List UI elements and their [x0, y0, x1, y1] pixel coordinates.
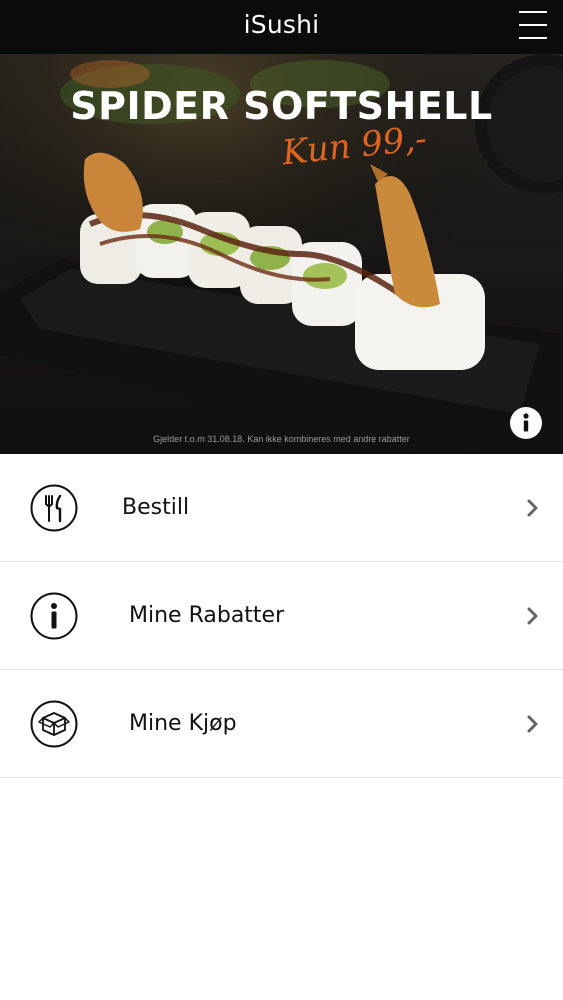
menu-item-label: Mine Kjøp — [129, 711, 237, 736]
box-icon — [30, 700, 78, 748]
promo-disclaimer: Gjelder t.o.m 31.08.18. Kan ikke kombine… — [153, 434, 410, 444]
menu-item-label: Bestill — [122, 495, 190, 520]
info-icon — [30, 592, 78, 640]
info-icon[interactable] — [510, 407, 542, 439]
promo-banner[interactable]: SPIDER SOFTSHELL Kun 99,- Gjelder t.o.m … — [0, 54, 563, 454]
top-bar: iSushi — [0, 0, 563, 54]
chevron-right-icon — [527, 499, 538, 517]
menu-item-label: Mine Rabatter — [129, 603, 285, 628]
promo-title: SPIDER SOFTSHELL — [70, 84, 493, 128]
chevron-right-icon — [527, 607, 538, 625]
main-menu: Bestill Mine Rabatter Mine Kjøp — [0, 454, 563, 778]
fork-knife-icon — [30, 484, 78, 532]
menu-item-mine-kjop[interactable]: Mine Kjøp — [0, 670, 563, 778]
hamburger-menu-icon[interactable] — [517, 9, 549, 41]
menu-item-mine-rabatter[interactable]: Mine Rabatter — [0, 562, 563, 670]
menu-item-bestill[interactable]: Bestill — [0, 454, 563, 562]
app-title: iSushi — [243, 10, 320, 39]
chevron-right-icon — [527, 715, 538, 733]
